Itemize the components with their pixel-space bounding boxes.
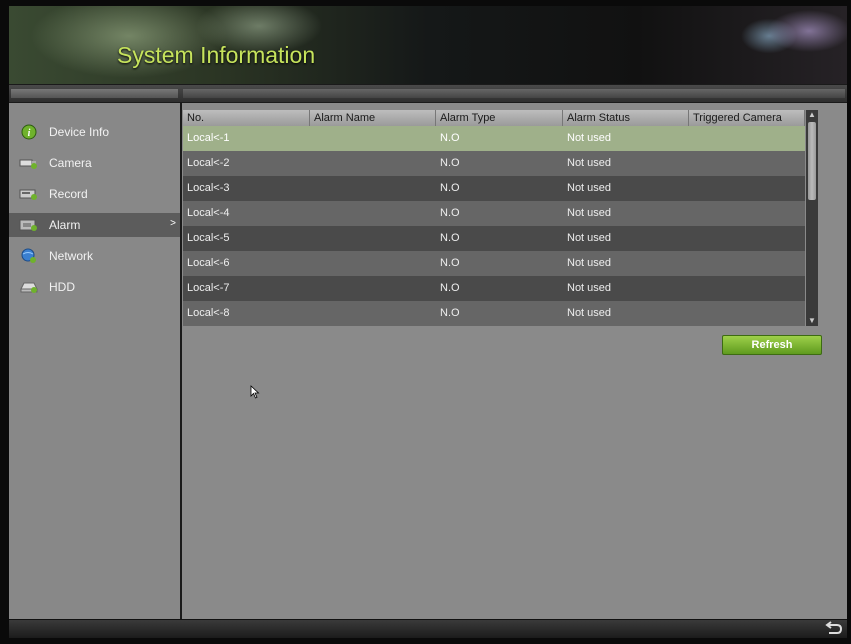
sidebar-item-device-info[interactable]: i Device Info xyxy=(9,120,180,144)
cell-triggered-camera xyxy=(689,201,805,226)
cell-alarm-name xyxy=(310,151,436,176)
record-icon xyxy=(19,186,39,202)
cell-triggered-camera xyxy=(689,126,805,151)
cell-alarm-name xyxy=(310,301,436,326)
table-row[interactable]: Local<-2 N.O Not used xyxy=(183,151,805,176)
hdd-icon xyxy=(19,279,39,295)
cell-alarm-type: N.O xyxy=(440,207,460,219)
cell-alarm-type: N.O xyxy=(440,157,460,169)
cell-alarm-type: N.O xyxy=(440,182,460,194)
cell-alarm-type: N.O xyxy=(440,307,460,319)
cell-alarm-type: N.O xyxy=(440,282,460,294)
cell-triggered-camera xyxy=(689,276,805,301)
alarm-table: No. Alarm Name Alarm Type Alarm Status T… xyxy=(183,110,805,326)
cell-triggered-camera xyxy=(689,301,805,326)
cell-no: Local<-7 xyxy=(187,282,230,294)
cell-triggered-camera xyxy=(689,176,805,201)
cell-alarm-name xyxy=(310,201,436,226)
refresh-button[interactable]: Refresh xyxy=(722,335,822,355)
network-icon xyxy=(19,248,39,264)
sidebar-item-label: HDD xyxy=(49,280,75,294)
sidebar: i Device Info Camera Record Alarm > Netw… xyxy=(9,103,182,619)
scrollbar-thumb[interactable] xyxy=(808,122,816,200)
system-information-window: System Information i Device Info Camera … xyxy=(9,6,847,638)
cell-alarm-status: Not used xyxy=(567,257,612,269)
cell-alarm-status: Not used xyxy=(567,282,612,294)
info-icon: i xyxy=(19,124,39,140)
sidebar-item-alarm[interactable]: Alarm > xyxy=(9,213,180,237)
cell-triggered-camera xyxy=(689,226,805,251)
content-header-tab xyxy=(183,89,845,98)
table-row[interactable]: Local<-3 N.O Not used xyxy=(183,176,805,201)
cell-alarm-name xyxy=(310,126,436,151)
sidebar-item-label: Alarm xyxy=(49,218,81,232)
table-row[interactable]: Local<-6 N.O Not used xyxy=(183,251,805,276)
scroll-down-icon[interactable]: ▼ xyxy=(806,316,818,326)
cell-no: Local<-2 xyxy=(187,157,230,169)
sidebar-item-record[interactable]: Record xyxy=(9,182,180,206)
chevron-right-icon: > xyxy=(170,218,176,229)
cell-triggered-camera xyxy=(689,251,805,276)
table-row[interactable]: Local<-1 N.O Not used xyxy=(183,126,805,151)
sidebar-item-hdd[interactable]: HDD xyxy=(9,275,180,299)
sidebar-item-label: Network xyxy=(49,249,94,263)
cell-no: Local<-5 xyxy=(187,232,230,244)
cell-no: Local<-8 xyxy=(187,307,230,319)
cell-alarm-status: Not used xyxy=(567,307,612,319)
page-title: System Information xyxy=(117,42,316,68)
header-banner: System Information xyxy=(9,6,847,84)
sidebar-item-label: Record xyxy=(49,187,88,201)
table-header: No. Alarm Name Alarm Type Alarm Status T… xyxy=(183,110,805,126)
footer-bar xyxy=(9,619,847,638)
cell-alarm-name xyxy=(310,176,436,201)
table-scrollbar[interactable]: ▲ ▼ xyxy=(806,110,818,326)
camera-icon xyxy=(19,155,39,171)
cell-alarm-status: Not used xyxy=(567,207,612,219)
back-icon[interactable] xyxy=(825,621,843,637)
cell-no: Local<-6 xyxy=(187,257,230,269)
cell-alarm-status: Not used xyxy=(567,132,612,144)
cell-alarm-status: Not used xyxy=(567,157,612,169)
sidebar-item-network[interactable]: Network xyxy=(9,244,180,268)
cell-alarm-type: N.O xyxy=(440,257,460,269)
cell-no: Local<-1 xyxy=(187,132,230,144)
alarm-icon xyxy=(19,217,39,233)
sidebar-item-label: Device Info xyxy=(49,125,110,139)
column-header-alarm-type[interactable]: Alarm Type xyxy=(436,110,563,126)
cell-alarm-type: N.O xyxy=(440,132,460,144)
cell-triggered-camera xyxy=(689,151,805,176)
cell-alarm-name xyxy=(310,276,436,301)
cell-no: Local<-3 xyxy=(187,182,230,194)
scroll-up-icon[interactable]: ▲ xyxy=(806,110,818,120)
cell-alarm-status: Not used xyxy=(567,232,612,244)
column-header-no[interactable]: No. xyxy=(183,110,310,126)
sub-header-bar xyxy=(9,84,847,103)
table-row[interactable]: Local<-7 N.O Not used xyxy=(183,276,805,301)
sidebar-item-label: Camera xyxy=(49,156,92,170)
cell-no: Local<-4 xyxy=(187,207,230,219)
cell-alarm-name xyxy=(310,251,436,276)
sidebar-header-tab xyxy=(11,89,178,98)
cell-alarm-name xyxy=(310,226,436,251)
mouse-cursor-icon xyxy=(250,385,260,399)
table-row[interactable]: Local<-8 N.O Not used xyxy=(183,301,805,326)
column-header-triggered-camera[interactable]: Triggered Camera xyxy=(689,110,805,126)
sidebar-item-camera[interactable]: Camera xyxy=(9,151,180,175)
cell-alarm-status: Not used xyxy=(567,182,612,194)
column-header-alarm-name[interactable]: Alarm Name xyxy=(310,110,436,126)
svg-text:i: i xyxy=(28,128,31,139)
column-header-alarm-status[interactable]: Alarm Status xyxy=(563,110,689,126)
table-row[interactable]: Local<-5 N.O Not used xyxy=(183,226,805,251)
table-row[interactable]: Local<-4 N.O Not used xyxy=(183,201,805,226)
cell-alarm-type: N.O xyxy=(440,232,460,244)
